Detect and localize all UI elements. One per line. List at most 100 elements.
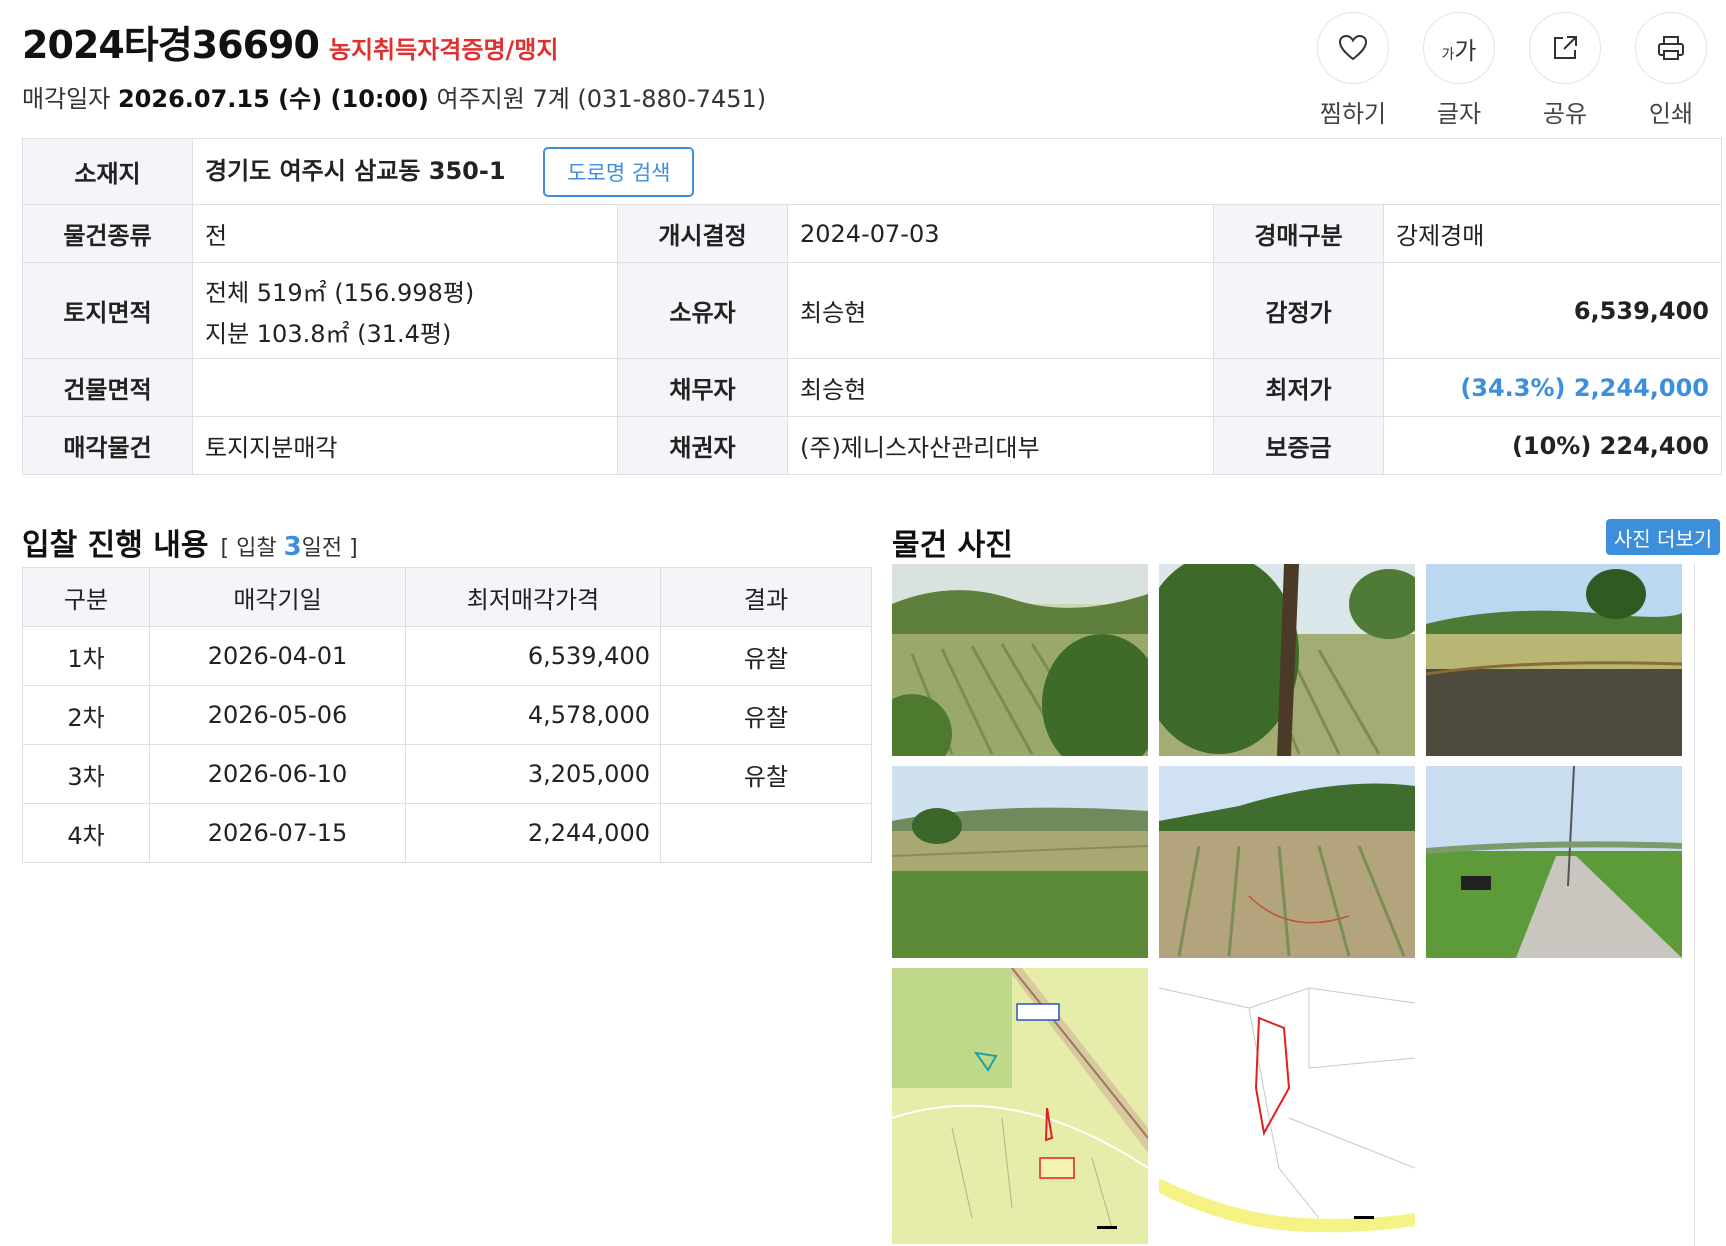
col-price: 최저매각가격 [405, 567, 661, 627]
auction-type-label: 경매구분 [1213, 204, 1384, 263]
bid-date: 2026-06-10 [149, 744, 406, 804]
sale-item-value: 토지지분매각 [192, 416, 618, 475]
photo-scrollbar[interactable] [1694, 564, 1695, 1246]
building-label: 건물면적 [22, 358, 193, 417]
location-address: 경기도 여주시 삼교동 350-1 [205, 156, 506, 185]
bid-countdown-days: 3 [283, 532, 302, 562]
bid-result: 유찰 [660, 626, 872, 686]
sale-info: 매각일자 2026.07.15 (수) (10:00) 여주지원 7계 (031… [22, 79, 1122, 114]
photo-thumbnail[interactable] [892, 968, 1148, 1244]
bookmark-button[interactable]: 찜하기 [1316, 12, 1390, 129]
bid-round: 4차 [22, 803, 150, 863]
building-value [192, 358, 618, 417]
share-icon [1554, 36, 1577, 59]
auction-type-value: 강제경매 [1383, 204, 1722, 263]
share-button[interactable]: 공유 [1528, 12, 1602, 129]
print-button[interactable]: 인쇄 [1634, 12, 1708, 129]
land-total: 전체 519㎡ (156.998평) [205, 278, 475, 307]
photo-thumbnail[interactable] [1159, 766, 1415, 958]
bid-history-table: 구분 매각기일 최저매각가격 결과 1차 2026-04-01 6,539,40… [22, 567, 872, 863]
table-row: 1차 2026-04-01 6,539,400 유찰 [22, 626, 872, 686]
owner-value: 최승현 [787, 262, 1214, 359]
bid-title-text: 입찰 진행 내용 [22, 528, 209, 563]
photo-thumbnail[interactable] [1159, 968, 1415, 1244]
case-number: 2024타경36690 [22, 23, 320, 67]
land-value: 전체 519㎡ (156.998평) 지분 103.8㎡ (31.4평) [192, 262, 618, 359]
bid-date: 2026-07-15 [149, 803, 406, 863]
bid-countdown: [ 입찰 3일전 ] [220, 532, 358, 562]
creditor-label: 채권자 [617, 416, 788, 475]
col-date: 매각기일 [149, 567, 406, 627]
road-search-button[interactable]: 도로명 검색 [543, 146, 695, 197]
bid-price: 4,578,000 [405, 685, 661, 745]
sale-date: 2026.07.15 (수) (10:00) [117, 85, 429, 113]
type-label: 물건종류 [22, 204, 193, 263]
bid-price: 6,539,400 [405, 626, 661, 686]
table-row: 4차 2026-07-15 2,244,000 [22, 803, 872, 863]
photo-thumbnail[interactable] [892, 766, 1148, 958]
info-row-sale-item: 매각물건 토지지분매각 채권자 (주)제니스자산관리대부 보증금 (10%) 2… [22, 416, 1722, 475]
share-circle [1529, 12, 1601, 84]
col-round: 구분 [22, 567, 150, 627]
location-label: 소재지 [22, 138, 193, 205]
deposit-label: 보증금 [1213, 416, 1384, 475]
font-size-button[interactable]: 가가 글자 [1422, 12, 1496, 129]
court-info: 여주지원 7계 (031-880-7451) [436, 85, 767, 113]
bid-result: 유찰 [660, 744, 872, 804]
heart-icon [1338, 34, 1368, 61]
start-value: 2024-07-03 [787, 204, 1214, 263]
location-cell: 경기도 여주시 삼교동 350-1 도로명 검색 [192, 138, 1722, 205]
print-circle [1635, 12, 1707, 84]
bid-result: 유찰 [660, 685, 872, 745]
col-result: 결과 [660, 567, 872, 627]
type-value: 전 [192, 204, 618, 263]
land-share: 지분 103.8㎡ (31.4평) [205, 319, 452, 348]
bid-round: 1차 [22, 626, 150, 686]
print-icon [1658, 36, 1684, 60]
font-size-icon: 가가 [1442, 31, 1477, 66]
photo-thumbnail[interactable] [1426, 766, 1682, 958]
bid-round: 3차 [22, 744, 150, 804]
info-row-location: 소재지 경기도 여주시 삼교동 350-1 도로명 검색 [22, 138, 1722, 205]
sale-date-label: 매각일자 [22, 85, 111, 113]
appraisal-label: 감정가 [1213, 262, 1384, 359]
photo-thumbnail[interactable] [1426, 564, 1682, 756]
start-label: 개시결정 [617, 204, 788, 263]
photo-thumbnail[interactable] [1159, 564, 1415, 756]
bid-date: 2026-05-06 [149, 685, 406, 745]
bid-round: 2차 [22, 685, 150, 745]
font-icon-large: 가 [1454, 36, 1477, 65]
print-label: 인쇄 [1648, 100, 1694, 128]
font-icon-small: 가 [1441, 46, 1455, 63]
property-info-table: 소재지 경기도 여주시 삼교동 350-1 도로명 검색 물건종류 전 개시결정… [22, 138, 1722, 475]
farm-cert-link[interactable]: 농지취득자격증명/맹지 [329, 30, 559, 65]
appraisal-value: 6,539,400 [1383, 262, 1722, 359]
share-label: 공유 [1542, 100, 1588, 128]
bid-countdown-suffix: 일전 ] [301, 536, 358, 561]
photo-thumbnail[interactable] [892, 564, 1148, 756]
bid-countdown-prefix: [ 입찰 [220, 536, 284, 561]
bookmark-label: 찜하기 [1319, 100, 1387, 128]
creditor-value: (주)제니스자산관리대부 [787, 416, 1214, 475]
bid-result [660, 803, 872, 863]
bid-section-title: 입찰 진행 내용 [ 입찰 3일전 ] [22, 520, 358, 564]
table-row: 2차 2026-05-06 4,578,000 유찰 [22, 685, 872, 745]
info-row-type: 물건종류 전 개시결정 2024-07-03 경매구분 강제경매 [22, 204, 1722, 263]
owner-label: 소유자 [617, 262, 788, 359]
land-label: 토지면적 [22, 262, 193, 359]
bid-header-row: 구분 매각기일 최저매각가격 결과 [22, 567, 872, 627]
photo-section-title: 물건 사진 [892, 528, 1013, 563]
font-size-circle: 가가 [1423, 12, 1495, 84]
more-photos-button[interactable]: 사진 더보기 [1606, 519, 1720, 555]
photo-grid [892, 564, 1692, 1246]
min-price-value: (34.3%) 2,244,000 [1383, 358, 1722, 417]
min-price-label: 최저가 [1213, 358, 1384, 417]
bid-price: 2,244,000 [405, 803, 661, 863]
debtor-label: 채무자 [617, 358, 788, 417]
font-size-label: 글자 [1436, 100, 1482, 128]
info-row-building: 건물면적 채무자 최승현 최저가 (34.3%) 2,244,000 [22, 358, 1722, 417]
bid-date: 2026-04-01 [149, 626, 406, 686]
bookmark-circle [1317, 12, 1389, 84]
page-header: 2024타경36690 농지취득자격증명/맹지 매각일자 2026.07.15 … [22, 14, 1122, 114]
table-row: 3차 2026-06-10 3,205,000 유찰 [22, 744, 872, 804]
